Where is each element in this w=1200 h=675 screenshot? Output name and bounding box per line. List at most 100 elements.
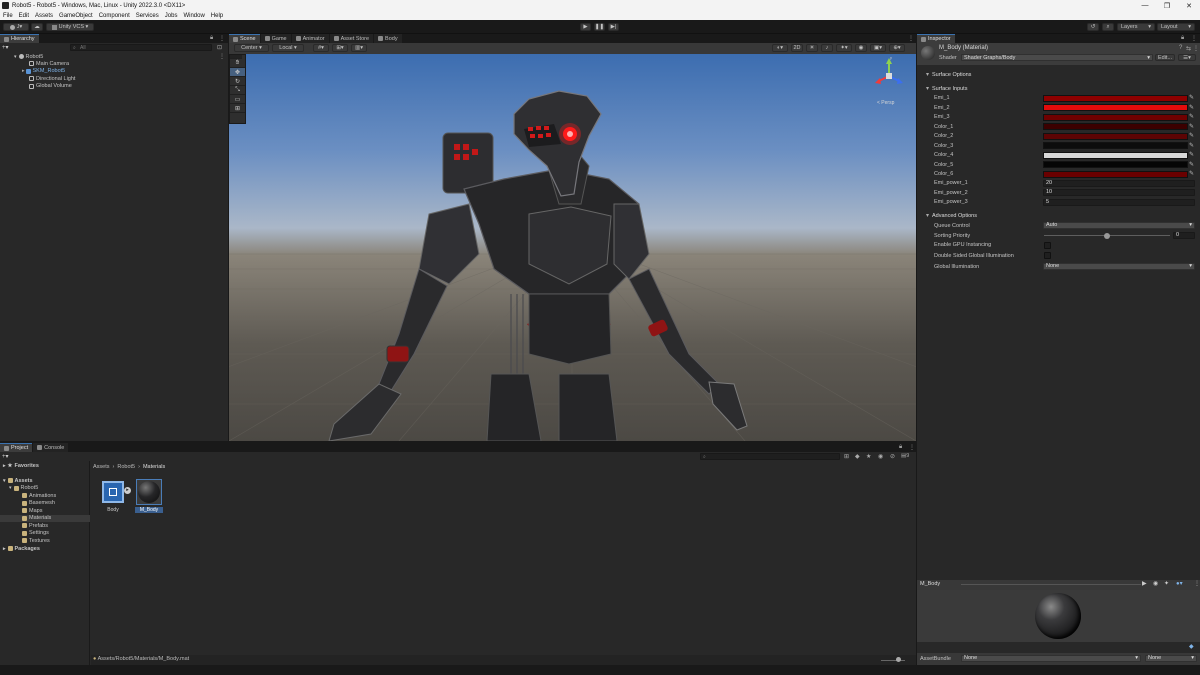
hand-tool-button[interactable]: ✋︎ [230,59,245,68]
play-button[interactable]: ▶ [580,23,591,31]
step-button[interactable]: ▶| [608,23,619,31]
project-search-input[interactable]: ⌕ [700,453,840,460]
perspective-label[interactable]: < Persp [877,100,894,106]
search-by-label-icon[interactable]: ◆ [855,453,860,460]
menu-window[interactable]: Window [183,13,204,19]
create-button[interactable]: +▾ [2,44,16,51]
color-swatch-color1[interactable] [1043,123,1188,130]
hierarchy-item-main-camera[interactable]: Main Camera [29,60,69,67]
hierarchy-item-skm-robot5[interactable]: ▸ SKM_Robot5 [22,68,65,75]
preset-icon[interactable]: ⇆ [1186,45,1191,52]
assetbundle-variant-dropdown[interactable]: None ▾ [1145,655,1197,662]
color-swatch-color5[interactable] [1043,161,1188,168]
favorite-icon[interactable]: ★ [866,453,871,460]
more-options-icon[interactable]: ⋮ [1191,35,1197,42]
eyedropper-icon[interactable]: ✎ [1189,161,1195,168]
menu-gameobject[interactable]: GameObject [59,13,93,19]
advanced-options-header[interactable]: Advanced Options [918,211,1200,220]
emi-power-1-input[interactable]: 20 [1043,179,1195,187]
account-button[interactable]: J ▾ [3,23,29,31]
more-options-icon[interactable]: ⋮ [908,35,914,42]
help-icon[interactable]: ? [1179,45,1182,51]
folder-materials[interactable]: Materials [0,514,90,522]
color-swatch-emi1[interactable] [1043,94,1188,102]
color-swatch-emi3[interactable] [1043,113,1188,121]
menu-edit[interactable]: Edit [19,13,29,19]
pivot-rotation-dropdown[interactable]: Local ▾ [272,44,304,52]
folder-textures[interactable]: Textures [22,537,50,544]
preview-mesh-icon[interactable]: ●▾ [1176,580,1183,587]
hierarchy-item-directional-light[interactable]: Directional Light [29,75,75,82]
color-swatch-color3[interactable] [1043,142,1188,149]
tab-body[interactable]: Body [374,34,402,43]
tab-asset-store[interactable]: Asset Store [329,34,374,43]
eyedropper-icon[interactable]: ✎ [1189,170,1195,177]
close-icon[interactable]: ✕ [1178,0,1200,11]
more-options-icon[interactable]: ⋮ [219,35,225,42]
history-button[interactable]: ↺ [1087,23,1099,31]
more-options-icon[interactable]: ⋮ [1194,580,1200,587]
effects-button[interactable]: ✦▾ [836,44,852,52]
light-icon[interactable]: ✦ [1164,580,1169,587]
favorites-folder[interactable]: ▸ ★ Favorites [3,462,39,469]
sorting-priority-input[interactable]: 0 [1173,232,1195,239]
menu-assets[interactable]: Assets [35,13,53,19]
tab-inspector[interactable]: Inspector [917,34,955,43]
color-swatch-color2[interactable] [1043,132,1188,140]
audio-toggle[interactable]: ♪ [821,44,833,52]
rotate-tool-button[interactable]: ↻ [230,77,245,86]
transform-tool-button[interactable]: ⊞ [230,104,245,113]
folder-maps[interactable]: Maps [22,507,42,514]
robot5-folder[interactable]: ▾ Robot5 [9,485,38,492]
hidden-objects-toggle[interactable]: ◉ [855,44,867,52]
search-button[interactable]: ⌕ [1102,23,1114,31]
folder-basemesh[interactable]: Basemesh [22,500,55,507]
2d-toggle[interactable]: 2D [791,44,803,52]
assetbundle-dropdown[interactable]: None ▾ [961,655,1141,662]
tab-game[interactable]: Game [260,34,291,43]
color-swatch-color6[interactable] [1043,170,1188,178]
sorting-priority-slider-thumb[interactable] [1104,232,1110,239]
color-swatch-emi2[interactable] [1043,104,1188,111]
maximize-icon[interactable]: ❐ [1156,0,1178,11]
search-by-type-icon[interactable]: ⊞ [844,453,849,460]
hierarchy-item-global-volume[interactable]: Global Volume [29,83,72,90]
gizmos-button[interactable]: ⊕▾ [889,44,905,52]
asset-body-shadergraph[interactable]: Body [100,479,126,513]
rect-tool-button[interactable]: ▭ [230,95,245,104]
eyedropper-icon[interactable]: ✎ [1189,142,1195,149]
folder-prefabs[interactable]: Prefabs [22,522,48,529]
asset-m-body-material[interactable]: M_Body [135,479,163,513]
sphere-preview-icon[interactable]: ◉ [1153,580,1158,587]
label-tag-icon[interactable]: ◆ [1189,643,1194,650]
play-icon[interactable]: ▶ [1142,580,1147,587]
minimize-icon[interactable]: — [1134,0,1156,11]
tab-scene[interactable]: Scene [229,34,260,43]
lighting-toggle[interactable]: ☀ [806,44,818,52]
breadcrumb-assets[interactable]: Assets [93,464,110,470]
surface-inputs-header[interactable]: Surface Inputs [918,84,1200,93]
menu-file[interactable]: File [3,13,13,19]
eyedropper-icon[interactable]: ✎ [1189,113,1195,120]
more-options-icon[interactable]: ⋮ [909,444,915,451]
draw-mode-button[interactable]: ◐▾ [772,44,788,52]
camera-settings-button[interactable]: ▣▾ [870,44,886,52]
menu-services[interactable]: Services [136,13,159,19]
tab-hierarchy[interactable]: Hierarchy [0,34,39,43]
emi-power-3-input[interactable]: 5 [1043,198,1195,206]
layers-dropdown[interactable]: Layers ▾ [1117,23,1155,31]
pivot-mode-dropdown[interactable]: Center ▾ [234,44,269,52]
tab-console[interactable]: Console [33,443,69,452]
lock-icon[interactable]: 🔒︎ [1181,35,1184,42]
vcs-button[interactable]: Unity VCS ▾ [46,23,94,31]
hidden-packages-icon[interactable]: ◉ [878,453,883,460]
hierarchy-search-input[interactable]: ⌕ All [70,44,212,51]
lock-icon[interactable]: 🔒︎ [899,444,902,451]
pause-button[interactable]: ❚❚ [594,23,605,31]
scale-tool-button[interactable]: ⤡ [230,86,245,95]
orientation-gizmo[interactable]: y [869,56,909,96]
icon-size-slider-thumb[interactable] [896,657,901,662]
global-illumination-dropdown[interactable]: None ▾ [1043,263,1195,270]
menu-help[interactable]: Help [211,13,223,19]
eyedropper-icon[interactable]: ✎ [1189,104,1195,111]
